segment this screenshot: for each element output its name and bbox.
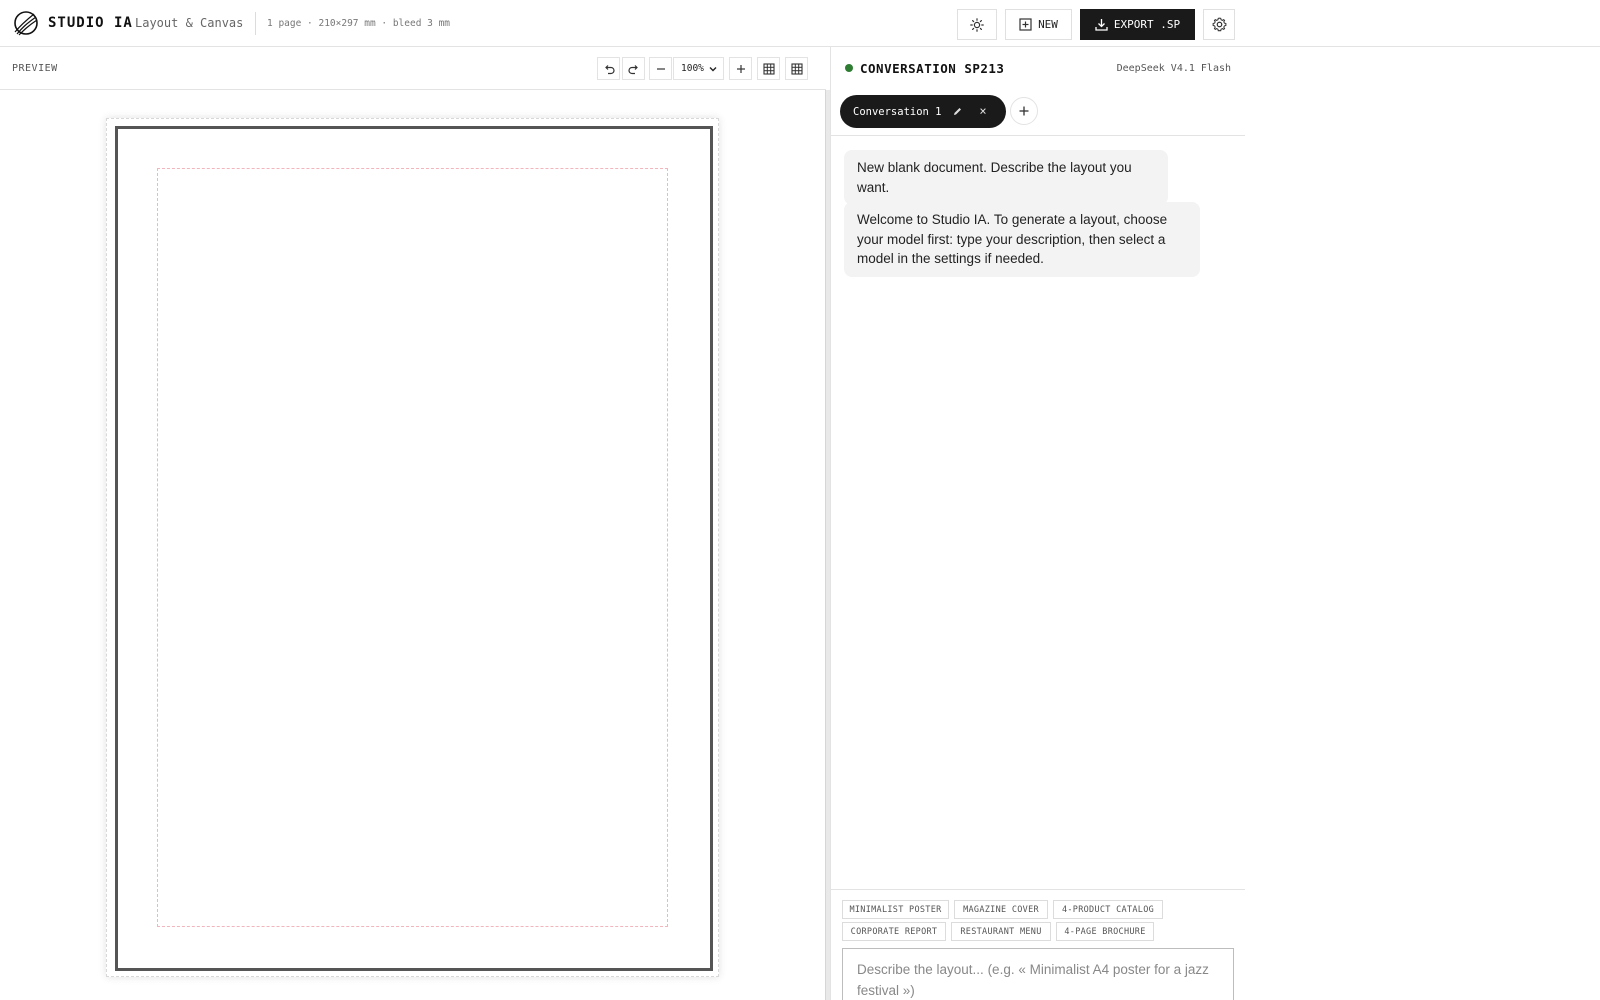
export-button[interactable]: EXPORT .SP (1080, 9, 1195, 40)
tab-label: Conversation 1 (853, 105, 942, 118)
gear-icon (1212, 17, 1226, 32)
undo-icon (604, 64, 615, 74)
conversation-tabs: Conversation 1 × (831, 90, 1245, 136)
canvas-area[interactable] (0, 90, 826, 1000)
suggestion-chip[interactable]: 4-PAGE BROCHURE (1056, 922, 1154, 941)
page-margin-guide (157, 168, 668, 927)
download-icon (1095, 19, 1108, 31)
zoom-out-button[interactable] (649, 57, 672, 80)
grid-icon (762, 62, 775, 75)
message-bubble: Welcome to Studio IA. To generate a layo… (844, 202, 1200, 277)
model-name[interactable]: DeepSeek V4.1 Flash (1117, 63, 1231, 74)
header-divider (255, 12, 256, 35)
suggestion-chip[interactable]: CORPORATE REPORT (842, 922, 946, 941)
redo-button[interactable] (622, 57, 645, 80)
prompt-area: MINIMALIST POSTER MAGAZINE COVER 4-PRODU… (831, 889, 1245, 1000)
suggestion-chip[interactable]: 4-PRODUCT CATALOG (1053, 900, 1163, 919)
chevron-down-icon (709, 66, 717, 71)
export-button-label: EXPORT .SP (1113, 18, 1181, 31)
zoom-in-icon (736, 64, 745, 73)
prompt-input[interactable]: Describe the layout... (e.g. « Minimalis… (842, 948, 1234, 1000)
conversation-panel: CONVERSATION SP213 DeepSeek V4.1 Flash C… (830, 47, 1245, 1000)
app-subtitle: Layout & Canvas (135, 16, 244, 30)
new-button-label: NEW (1038, 18, 1058, 31)
logo-icon (14, 11, 38, 36)
new-document-button[interactable]: NEW (1005, 9, 1072, 40)
sun-icon (970, 17, 984, 32)
status-indicator (845, 64, 853, 72)
document-info: 1 page · 210×297 mm · bleed 3 mm (267, 18, 451, 29)
redo-icon (627, 64, 638, 74)
add-conversation-button[interactable] (1010, 97, 1038, 125)
close-icon[interactable]: × (975, 103, 991, 119)
suggestion-chip[interactable]: MAGAZINE COVER (954, 900, 1048, 919)
conversation-title: CONVERSATION SP213 (860, 61, 1005, 76)
settings-button[interactable] (1203, 9, 1235, 40)
zoom-out-icon (656, 67, 665, 70)
preview-toolbar: PREVIEW 100% (0, 47, 826, 90)
preview-label: PREVIEW (12, 63, 58, 74)
zoom-select[interactable]: 100% (673, 57, 724, 80)
message-list: New blank document. Describe the layout … (831, 136, 1245, 889)
undo-button[interactable] (597, 57, 620, 80)
app-brand: STUDIO IA (48, 15, 133, 31)
guides-toggle-button[interactable] (785, 57, 808, 80)
plus-icon (1019, 106, 1029, 116)
suggestion-chip[interactable]: RESTAURANT MENU (951, 922, 1051, 941)
tab-conversation-1[interactable]: Conversation 1 × (840, 95, 1006, 128)
conversation-header: CONVERSATION SP213 DeepSeek V4.1 Flash (831, 47, 1245, 90)
message-bubble: New blank document. Describe the layout … (844, 150, 1168, 205)
suggestion-chip[interactable]: MINIMALIST POSTER (842, 900, 949, 919)
grid-alt-icon (790, 62, 803, 75)
new-file-icon (1019, 18, 1032, 31)
grid-toggle-button[interactable] (757, 57, 780, 80)
top-bar: STUDIO IA Layout & Canvas 1 page · 210×2… (0, 0, 1600, 47)
zoom-value: 100% (681, 63, 704, 74)
theme-toggle-button[interactable] (957, 9, 997, 40)
pencil-icon[interactable] (950, 104, 964, 118)
zoom-in-button[interactable] (729, 57, 752, 80)
